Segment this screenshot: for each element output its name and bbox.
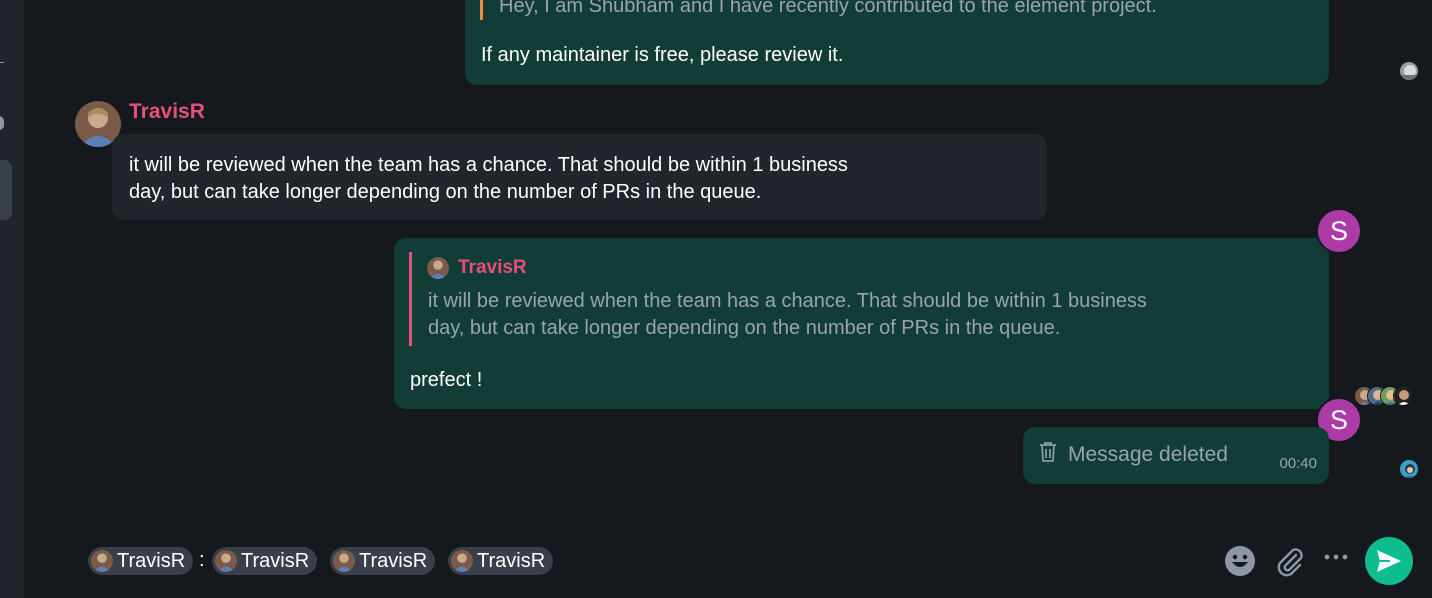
divider <box>0 62 4 63</box>
selected-room-edge[interactable] <box>0 160 12 220</box>
pill-label: TravisR <box>117 549 186 572</box>
timestamp: 00:40 <box>1279 455 1317 472</box>
quoted-text: it will be reviewed when the team has a … <box>428 288 1147 342</box>
message-bubble[interactable]: it will be reviewed when the team has a … <box>112 134 1047 220</box>
quoted-sender-name[interactable]: TravisR <box>458 257 527 279</box>
message-body: it will be reviewed when the team has a … <box>129 152 848 206</box>
quoted-text: Hey, I am Shubham and I have recently co… <box>499 0 1157 17</box>
deleted-label: Message deleted <box>1068 443 1228 466</box>
read-receipt-avatar[interactable] <box>1399 61 1419 81</box>
quoted-line: day, but can take longer depending on th… <box>428 317 1061 339</box>
quoted-line: it will be reviewed when the team has a … <box>428 290 1147 312</box>
pill-avatar <box>91 550 113 572</box>
own-message-bubble[interactable]: Hey, I am Shubham and I have recently co… <box>465 0 1329 85</box>
pill-label: TravisR <box>241 549 310 572</box>
deleted-message-bubble[interactable]: Message deleted 00:40 <box>1023 427 1329 484</box>
room-list-edge <box>0 0 24 598</box>
message-body: If any maintainer is free, please review… <box>481 44 844 66</box>
trash-icon <box>1039 441 1059 465</box>
pill-avatar <box>333 550 355 572</box>
attachment-icon[interactable] <box>1274 545 1306 582</box>
room-avatar-edge[interactable] <box>0 116 4 130</box>
quote-bar <box>409 252 412 346</box>
separator: : <box>199 549 205 571</box>
pill-label: TravisR <box>477 549 546 572</box>
pill-avatar <box>215 550 237 572</box>
mention-pill[interactable]: TravisR <box>330 547 436 575</box>
emoji-icon[interactable] <box>1224 545 1256 582</box>
more-options-icon[interactable] <box>1322 550 1350 568</box>
mention-pill[interactable]: TravisR <box>88 547 194 575</box>
mention-pill[interactable]: TravisR <box>212 547 318 575</box>
send-button[interactable] <box>1365 537 1413 585</box>
send-icon <box>1376 549 1402 578</box>
mention-pill[interactable]: TravisR <box>448 547 554 575</box>
message-body: prefect ! <box>410 369 483 391</box>
pill-label: TravisR <box>359 549 428 572</box>
message-line: day, but can take longer depending on th… <box>129 181 762 203</box>
read-receipt-avatar <box>1393 386 1413 406</box>
read-receipts[interactable] <box>1354 386 1424 408</box>
read-receipt-avatar[interactable] <box>1399 459 1419 479</box>
timeline: Hey, I am Shubham and I have recently co… <box>24 0 1432 598</box>
avatar[interactable]: S <box>1316 208 1362 254</box>
message-line: it will be reviewed when the team has a … <box>129 154 848 176</box>
quoted-avatar <box>427 257 449 279</box>
message-composer[interactable]: TravisR : TravisR TravisR TravisR <box>84 537 1424 586</box>
sender-name[interactable]: TravisR <box>129 100 205 124</box>
pill-avatar <box>451 550 473 572</box>
own-message-bubble[interactable]: TravisR it will be reviewed when the tea… <box>394 238 1329 409</box>
quote-bar <box>480 0 483 20</box>
